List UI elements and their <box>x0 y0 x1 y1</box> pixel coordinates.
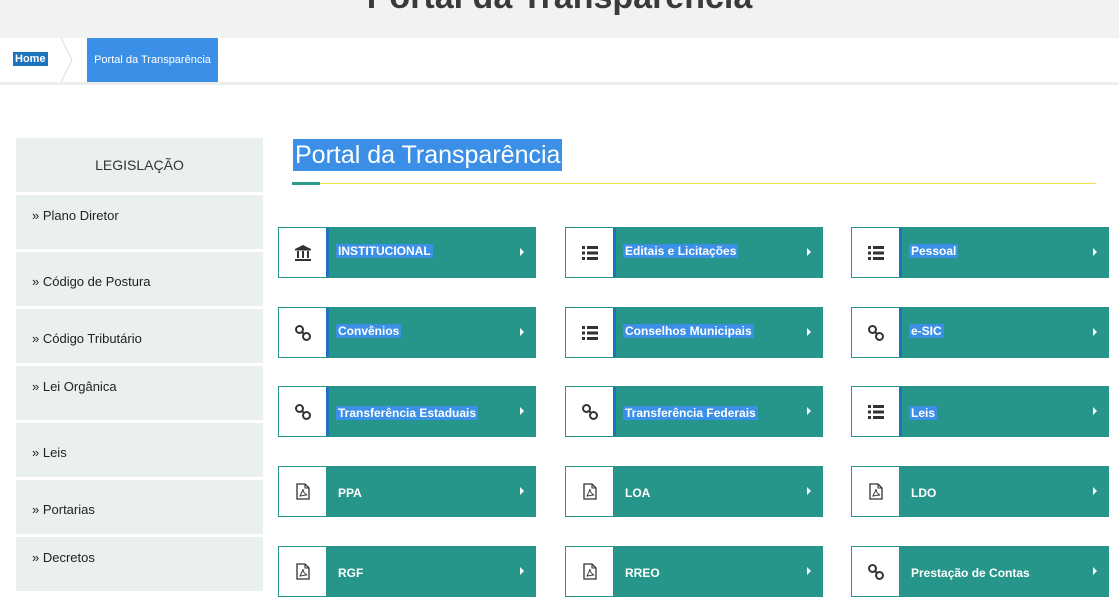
sidebar-item-plano-diretor[interactable]: » Plano Diretor <box>16 195 263 249</box>
link-icon <box>279 308 329 357</box>
caret-right-icon <box>1093 567 1097 575</box>
breadcrumb-current: Portal da Transparência <box>87 38 218 82</box>
sidebar-item-portarias[interactable]: » Portarias <box>16 480 263 534</box>
tile-conselhos-municipais[interactable]: Conselhos Municipais <box>565 307 823 358</box>
tile-label: LOA <box>625 486 651 500</box>
tile-label: INSTITUCIONAL <box>336 244 433 258</box>
breadcrumb-home-link[interactable]: Home <box>13 52 48 66</box>
caret-right-icon <box>520 407 524 415</box>
sidebar-item-label: » Lei Orgânica <box>32 379 117 394</box>
sidebar-item-label: » Leis <box>32 445 67 460</box>
caret-right-icon <box>520 328 524 336</box>
list-icon <box>566 308 616 357</box>
tile-pessoal[interactable]: Pessoal <box>851 227 1109 278</box>
tile-leis[interactable]: Leis <box>851 386 1109 437</box>
tile-label: Conselhos Municipais <box>623 324 754 338</box>
caret-right-icon <box>1093 328 1097 336</box>
pdf-icon <box>566 467 613 516</box>
link-icon <box>566 387 616 436</box>
tile-rgf[interactable]: RGF <box>278 546 536 597</box>
pdf-icon <box>279 467 326 516</box>
list-icon <box>852 387 902 436</box>
caret-right-icon <box>807 407 811 415</box>
page-title: Portal da Transparência <box>293 139 563 171</box>
legislation-sidebar: LEGISLAÇÃO » Plano Diretor » Código de P… <box>16 138 263 594</box>
tile-transferencia-estaduais[interactable]: Transferência Estaduais <box>278 386 536 437</box>
tile-loa[interactable]: LOA <box>565 466 823 517</box>
caret-right-icon <box>1093 407 1097 415</box>
caret-right-icon <box>520 487 524 495</box>
sidebar-item-label: » Código Tributário <box>32 331 142 346</box>
caret-right-icon <box>520 248 524 256</box>
banner-title: Portal da Transparência <box>0 0 1119 17</box>
tile-label: LDO <box>911 486 937 500</box>
sidebar-item-label: » Portarias <box>32 502 95 517</box>
tile-label: Prestação de Contas <box>911 566 1030 580</box>
list-icon <box>852 228 902 277</box>
tile-label: Transferência Estaduais <box>336 406 479 420</box>
tile-editais-licitacoes[interactable]: Editais e Licitações <box>565 227 823 278</box>
caret-right-icon <box>1093 487 1097 495</box>
tile-institucional[interactable]: INSTITUCIONAL <box>278 227 536 278</box>
list-icon <box>566 228 616 277</box>
tile-label: Editais e Licitações <box>623 244 739 258</box>
tile-rreo[interactable]: RREO <box>565 546 823 597</box>
title-accent-bar <box>292 182 320 185</box>
caret-right-icon <box>520 567 524 575</box>
sidebar-item-label: » Código de Postura <box>32 274 151 289</box>
link-icon <box>852 308 902 357</box>
tile-label: Transferência Federais <box>623 406 758 420</box>
tile-ldo[interactable]: LDO <box>851 466 1109 517</box>
sidebar-item-label: » Decretos <box>32 550 95 565</box>
sidebar-item-lei-organica[interactable]: » Lei Orgânica <box>16 366 263 420</box>
caret-right-icon <box>807 567 811 575</box>
link-icon <box>279 387 329 436</box>
tile-label: RREO <box>625 566 660 580</box>
sidebar-item-codigo-de-postura[interactable]: » Código de Postura <box>16 252 263 306</box>
caret-right-icon <box>1093 248 1097 256</box>
top-banner: Portal da Transparência <box>0 0 1119 38</box>
sidebar-item-decretos[interactable]: » Decretos <box>16 537 263 591</box>
tile-label: Pessoal <box>909 244 959 258</box>
tile-ppa[interactable]: PPA <box>278 466 536 517</box>
tile-label: PPA <box>338 486 362 500</box>
caret-right-icon <box>807 328 811 336</box>
tile-label: RGF <box>338 566 364 580</box>
bank-icon <box>279 228 329 277</box>
sidebar-heading: LEGISLAÇÃO <box>16 138 263 192</box>
tile-label: Convênios <box>336 324 402 338</box>
tile-prestacao-de-contas[interactable]: Prestação de Contas <box>851 546 1109 597</box>
pdf-icon <box>852 467 899 516</box>
sidebar-item-leis[interactable]: » Leis <box>16 423 263 477</box>
tile-label: Leis <box>909 406 938 420</box>
title-underline <box>292 183 1096 184</box>
breadcrumb-separator-icon <box>60 38 73 82</box>
tile-e-sic[interactable]: e-SIC <box>851 307 1109 358</box>
tile-label: e-SIC <box>909 324 944 338</box>
breadcrumb: Home Portal da Transparência <box>0 38 1119 85</box>
sidebar-item-label: » Plano Diretor <box>32 208 119 223</box>
tile-transferencia-federais[interactable]: Transferência Federais <box>565 386 823 437</box>
caret-right-icon <box>807 248 811 256</box>
sidebar-item-codigo-tributario[interactable]: » Código Tributário <box>16 309 263 363</box>
caret-right-icon <box>807 487 811 495</box>
tile-convenios[interactable]: Convênios <box>278 307 536 358</box>
